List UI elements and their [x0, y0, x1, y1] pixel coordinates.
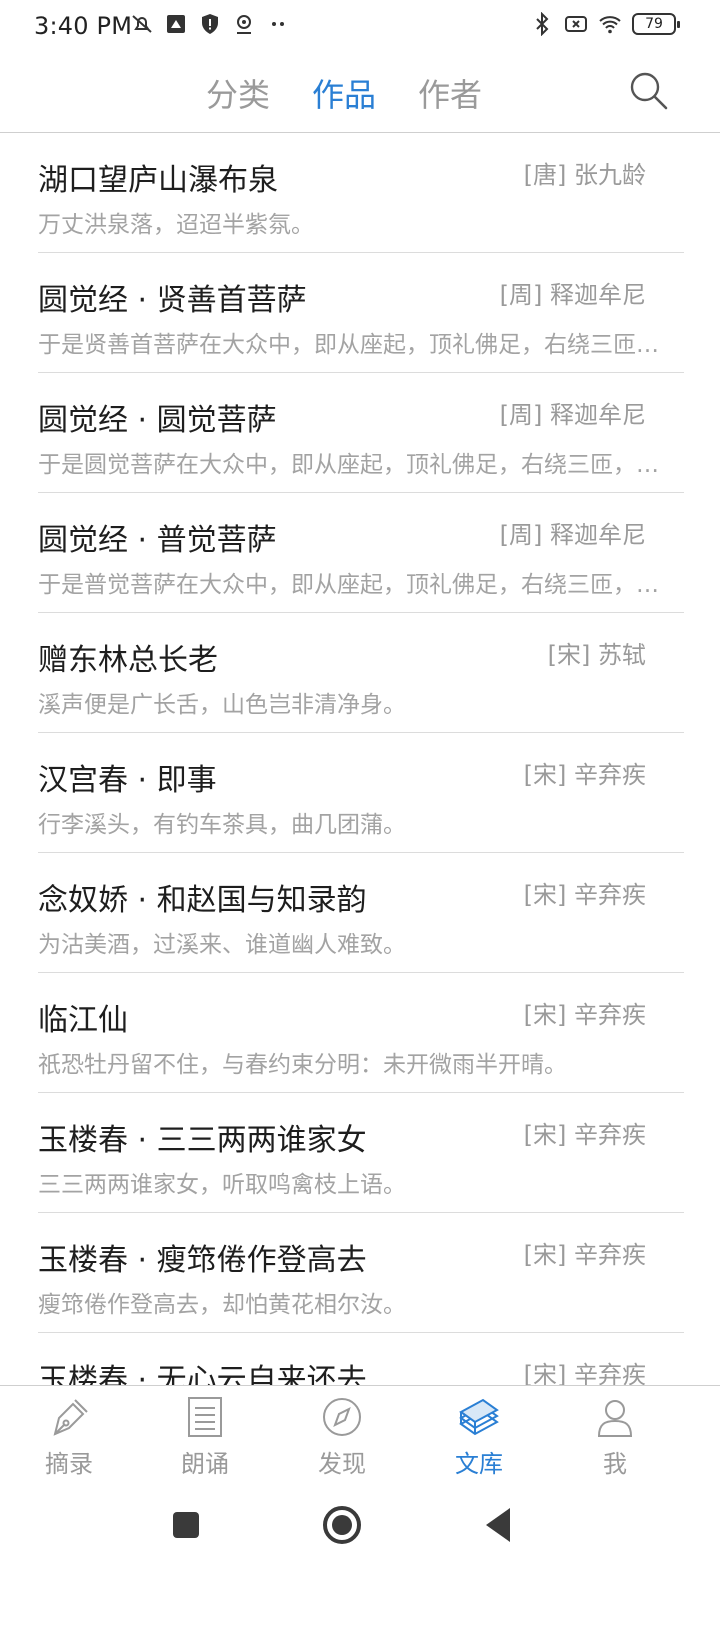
list-item[interactable]: 汉宫春 · 即事 [宋] 辛弃疾 行李溪头，有钓车茶具，曲几团蒲。	[38, 733, 684, 853]
wifi-icon	[599, 16, 621, 34]
list-item[interactable]: 圆觉经 · 圆觉菩萨 [周] 释迦牟尼 于是圆觉菩萨在大众中，即从座起，顶礼佛足…	[38, 373, 684, 493]
list-item[interactable]: 玉楼春 · 三三两两谁家女 [宋] 辛弃疾 三三两两谁家女，听取鸣禽枝上语。	[38, 1093, 684, 1213]
work-author: [宋] 辛弃疾	[523, 761, 646, 789]
work-title: 赠东林总长老	[38, 643, 218, 678]
work-author: [周] 释迦牟尼	[499, 401, 646, 429]
work-title: 玉楼春 · 瘦筇倦作登高去	[38, 1243, 367, 1278]
document-icon	[188, 1397, 222, 1437]
work-author: [周] 释迦牟尼	[499, 521, 646, 549]
books-icon	[459, 1398, 499, 1436]
work-title: 玉楼春 · 三三两两谁家女	[38, 1123, 367, 1158]
nav-label: 发现	[318, 1450, 366, 1478]
work-author: [唐] 张九龄	[523, 161, 646, 189]
system-nav-bar	[0, 1485, 720, 1650]
list-item[interactable]: 念奴娇 · 和赵国与知录韵 [宋] 辛弃疾 为沽美酒，过溪来、谁道幽人难致。	[38, 853, 684, 973]
nav-label: 朗诵	[181, 1450, 229, 1478]
work-excerpt: 瘦筇倦作登高去，却怕黄花相尔汝。	[38, 1292, 406, 1318]
list-item[interactable]: 玉楼春 · 瘦筇倦作登高去 [宋] 辛弃疾 瘦筇倦作登高去，却怕黄花相尔汝。	[38, 1213, 684, 1333]
user-icon	[597, 1400, 633, 1437]
work-excerpt: 万丈洪泉落，迢迢半紫氛。	[38, 212, 314, 238]
bottom-nav: 摘录 朗诵 发现 文库 我	[0, 1385, 720, 1485]
sim-error-icon	[565, 16, 587, 32]
list-item[interactable]: 圆觉经 · 贤善首菩萨 [周] 释迦牟尼 于是贤善首菩萨在大众中，即从座起，顶礼…	[38, 253, 684, 373]
back-icon[interactable]	[476, 1503, 520, 1547]
work-author: [宋] 辛弃疾	[523, 1241, 646, 1269]
shield-icon	[202, 14, 218, 34]
more-dots-icon	[272, 22, 284, 26]
tab-authors[interactable]: 作者	[418, 70, 482, 116]
home-icon[interactable]	[320, 1503, 364, 1547]
work-title: 湖口望庐山瀑布泉	[38, 163, 278, 198]
nav-discover[interactable]: 发现	[287, 1394, 397, 1479]
nav-label: 我	[603, 1450, 627, 1478]
work-excerpt: 于是贤善首菩萨在大众中，即从座起，顶礼佛足，右绕三匝…	[38, 332, 659, 358]
list-item[interactable]: 湖口望庐山瀑布泉 [唐] 张九龄 万丈洪泉落，迢迢半紫氛。	[38, 133, 684, 253]
tab-categories[interactable]: 分类	[206, 70, 270, 116]
status-time: 3:40 PM	[34, 12, 133, 40]
pen-icon	[53, 1399, 88, 1436]
nav-recitation[interactable]: 朗诵	[150, 1394, 260, 1479]
bluetooth-icon	[536, 12, 549, 36]
work-title: 圆觉经 · 普觉菩萨	[38, 523, 277, 558]
recent-apps-icon[interactable]	[164, 1503, 208, 1547]
work-author: [宋] 苏轼	[547, 641, 646, 669]
search-icon[interactable]	[628, 70, 670, 112]
nav-label: 文库	[455, 1450, 503, 1478]
muted-notification-icon	[132, 15, 152, 33]
screen-record-icon	[167, 15, 185, 33]
work-title: 临江仙	[38, 1003, 128, 1038]
work-title: 汉宫春 · 即事	[38, 763, 217, 798]
nav-library[interactable]: 文库	[424, 1394, 534, 1479]
battery-icon: 79	[632, 13, 680, 35]
status-bar: 3:40 PM 79	[0, 0, 720, 54]
list-item[interactable]: 赠东林总长老 [宋] 苏轼 溪声便是广长舌，山色岂非清净身。	[38, 613, 684, 733]
work-excerpt: 于是普觉菩萨在大众中，即从座起，顶礼佛足，右绕三匝，…	[38, 572, 659, 598]
compass-icon	[323, 1398, 361, 1436]
work-excerpt: 溪声便是广长舌，山色岂非清净身。	[38, 692, 406, 718]
nav-excerpts[interactable]: 摘录	[14, 1394, 124, 1479]
work-author: [周] 释迦牟尼	[499, 281, 646, 309]
status-left-icons	[130, 12, 290, 36]
work-excerpt: 三三两两谁家女，听取鸣禽枝上语。	[38, 1172, 406, 1198]
work-title: 圆觉经 · 贤善首菩萨	[38, 283, 307, 318]
tab-works[interactable]: 作品	[312, 70, 376, 116]
work-author: [宋] 辛弃疾	[523, 1361, 646, 1385]
nav-me[interactable]: 我	[560, 1394, 670, 1479]
work-excerpt: 行李溪头，有钓车茶具，曲几团蒲。	[38, 812, 406, 838]
work-excerpt: 为沽美酒，过溪来、谁道幽人难致。	[38, 932, 406, 958]
work-author: [宋] 辛弃疾	[523, 881, 646, 909]
work-excerpt: 于是圆觉菩萨在大众中，即从座起，顶礼佛足，右绕三匝，…	[38, 452, 659, 478]
list-item[interactable]: 临江仙 [宋] 辛弃疾 祇恐牡丹留不住，与春约束分明：未开微雨半开晴。	[38, 973, 684, 1093]
work-title: 玉楼春 · 无心云自来还去	[38, 1363, 367, 1385]
top-tab-bar: 分类 作品 作者	[0, 54, 720, 132]
status-right-icons: 79	[530, 12, 680, 36]
work-excerpt: 祇恐牡丹留不住，与春约束分明：未开微雨半开晴。	[38, 1052, 567, 1078]
list-item[interactable]: 玉楼春 · 无心云自来还去 [宋] 辛弃疾	[38, 1333, 684, 1385]
location-icon	[237, 15, 251, 34]
work-author: [宋] 辛弃疾	[523, 1121, 646, 1149]
work-title: 圆觉经 · 圆觉菩萨	[38, 403, 277, 438]
nav-label: 摘录	[45, 1450, 93, 1478]
list-item[interactable]: 圆觉经 · 普觉菩萨 [周] 释迦牟尼 于是普觉菩萨在大众中，即从座起，顶礼佛足…	[38, 493, 684, 613]
work-title: 念奴娇 · 和赵国与知录韵	[38, 883, 367, 918]
work-list[interactable]: 湖口望庐山瀑布泉 [唐] 张九龄 万丈洪泉落，迢迢半紫氛。 圆觉经 · 贤善首菩…	[0, 133, 720, 1385]
work-author: [宋] 辛弃疾	[523, 1001, 646, 1029]
